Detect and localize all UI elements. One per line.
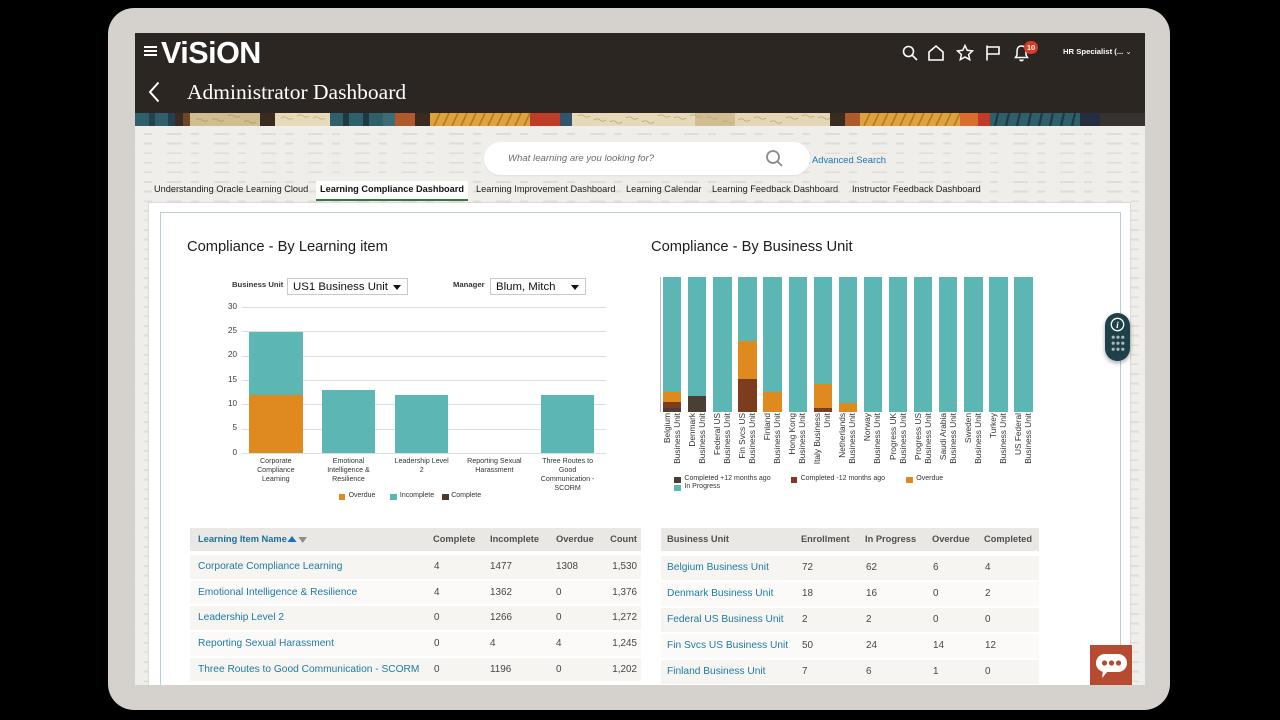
svg-text:i: i <box>1116 321 1119 331</box>
